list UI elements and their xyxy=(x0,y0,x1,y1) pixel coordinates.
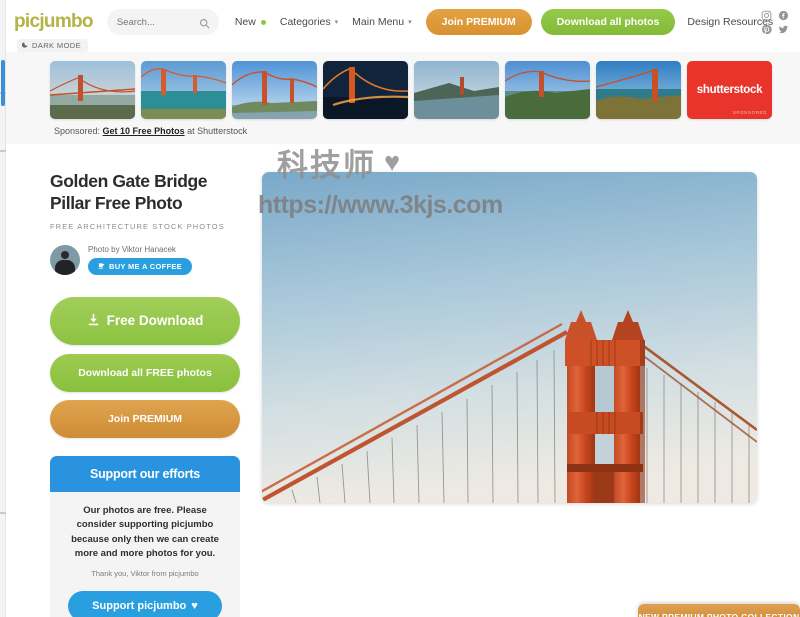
new-premium-collection-banner[interactable]: NEW PREMIUM PHOTO COLLECTION xyxy=(638,604,800,617)
support-thanks: Thank you, Viktor from picjumbo xyxy=(91,568,199,578)
join-premium-button[interactable]: Join PREMIUM xyxy=(50,399,240,438)
free-download-label: Free Download xyxy=(106,313,204,329)
sponsored-thumbnail[interactable] xyxy=(414,61,499,119)
sponsored-prefix: Sponsored: xyxy=(54,126,103,136)
shutterstock-ad-tile[interactable]: shutterstock SPONSORED xyxy=(687,61,772,119)
sponsored-link[interactable]: Get 10 Free Photos xyxy=(103,126,185,136)
support-message: Our photos are free. Please consider sup… xyxy=(71,504,219,560)
instagram-icon[interactable] xyxy=(761,8,772,21)
twitter-icon[interactable] xyxy=(778,22,789,34)
search-input[interactable] xyxy=(116,16,199,28)
header-join-premium-button[interactable]: Join PREMIUM xyxy=(425,9,532,35)
sponsored-thumbnail[interactable] xyxy=(505,61,590,119)
moon-icon xyxy=(21,41,29,50)
new-dot-icon xyxy=(260,19,266,25)
site-header: picjumbo New Categories ▾ Main Menu ▾ Jo… xyxy=(6,0,800,44)
coffee-button-label: BUY ME A COFFEE xyxy=(109,261,182,271)
sponsored-thumbnail[interactable] xyxy=(232,61,317,119)
author-name: Viktor Hanacek xyxy=(121,244,176,254)
chevron-down-icon: ▾ xyxy=(334,19,339,26)
avatar[interactable] xyxy=(50,244,80,275)
page-title-line1: Golden Gate Bridge xyxy=(50,171,208,191)
support-card-body: Our photos are free. Please consider sup… xyxy=(50,492,240,617)
download-icon xyxy=(87,313,100,329)
sponsored-thumbnail[interactable] xyxy=(596,61,681,119)
support-picjumbo-button[interactable]: Support picjumbo ♥ xyxy=(68,590,222,617)
main-photo-image xyxy=(262,172,757,503)
nav-label-categories: Categories xyxy=(279,16,331,28)
chevron-down-icon: ▾ xyxy=(408,19,412,26)
nav-item-categories[interactable]: Categories ▾ xyxy=(280,16,338,28)
nav-label-new: New xyxy=(234,16,256,28)
nav-item-new[interactable]: New xyxy=(235,16,266,28)
pinterest-icon[interactable] xyxy=(761,22,772,35)
sponsored-thumbnail[interactable] xyxy=(50,61,135,119)
author-credit: Photo by Viktor Hanacek xyxy=(88,245,192,254)
social-links xyxy=(761,8,792,35)
sponsored-thumbnail-strip: shutterstock SPONSORED xyxy=(50,61,772,119)
author-prefix: Photo by xyxy=(88,244,122,254)
page-title: Golden Gate Bridge Pillar Free Photo xyxy=(50,170,240,215)
page-subtitle: FREE ARCHITECTURE STOCK PHOTOS xyxy=(50,221,225,231)
nav-label-main-menu: Main Menu xyxy=(352,16,405,28)
scrollbar-thumb[interactable] xyxy=(1,60,5,106)
sponsored-badge: SPONSORED xyxy=(732,110,767,115)
page-root: picjumbo New Categories ▾ Main Menu ▾ Jo… xyxy=(0,0,800,617)
sponsored-caption: Sponsored: Get 10 Free Photos at Shutter… xyxy=(54,126,247,136)
coffee-cup-icon xyxy=(98,262,105,271)
sponsored-thumbnail[interactable] xyxy=(141,61,226,119)
shutterstock-logo-text: shutterstock xyxy=(696,84,763,96)
sponsored-thumbnail[interactable] xyxy=(323,61,408,119)
main-photo[interactable] xyxy=(262,172,757,503)
nav-item-main-menu[interactable]: Main Menu ▾ xyxy=(352,16,411,28)
header-download-all-photos-button[interactable]: Download all photos xyxy=(540,9,676,35)
sponsored-suffix: at Shutterstock xyxy=(184,126,248,136)
heart-icon: ♥ xyxy=(191,599,198,612)
dark-mode-toggle[interactable]: DARK MODE xyxy=(17,39,89,52)
search-icon[interactable] xyxy=(199,16,210,34)
site-logo[interactable]: picjumbo xyxy=(14,11,94,33)
support-button-label: Support picjumbo xyxy=(92,599,187,612)
dark-mode-label: DARK MODE xyxy=(32,41,82,50)
photo-detail-sidebar: Golden Gate Bridge Pillar Free Photo FRE… xyxy=(50,170,240,617)
page-title-line2: Pillar Free Photo xyxy=(50,193,183,214)
support-card-heading: Support our efforts xyxy=(50,455,240,492)
author-row: Photo by Viktor Hanacek BUY ME A COFFEE xyxy=(50,244,240,275)
facebook-icon[interactable] xyxy=(778,8,789,21)
support-card: Support our efforts Our photos are free.… xyxy=(50,455,240,617)
download-all-free-photos-button[interactable]: Download all FREE photos xyxy=(50,353,240,392)
sponsored-band: shutterstock SPONSORED Sponsored: Get 10… xyxy=(6,52,800,144)
search-box[interactable] xyxy=(106,9,219,35)
buy-me-a-coffee-button[interactable]: BUY ME A COFFEE xyxy=(88,257,192,275)
free-download-button[interactable]: Free Download xyxy=(50,296,240,345)
